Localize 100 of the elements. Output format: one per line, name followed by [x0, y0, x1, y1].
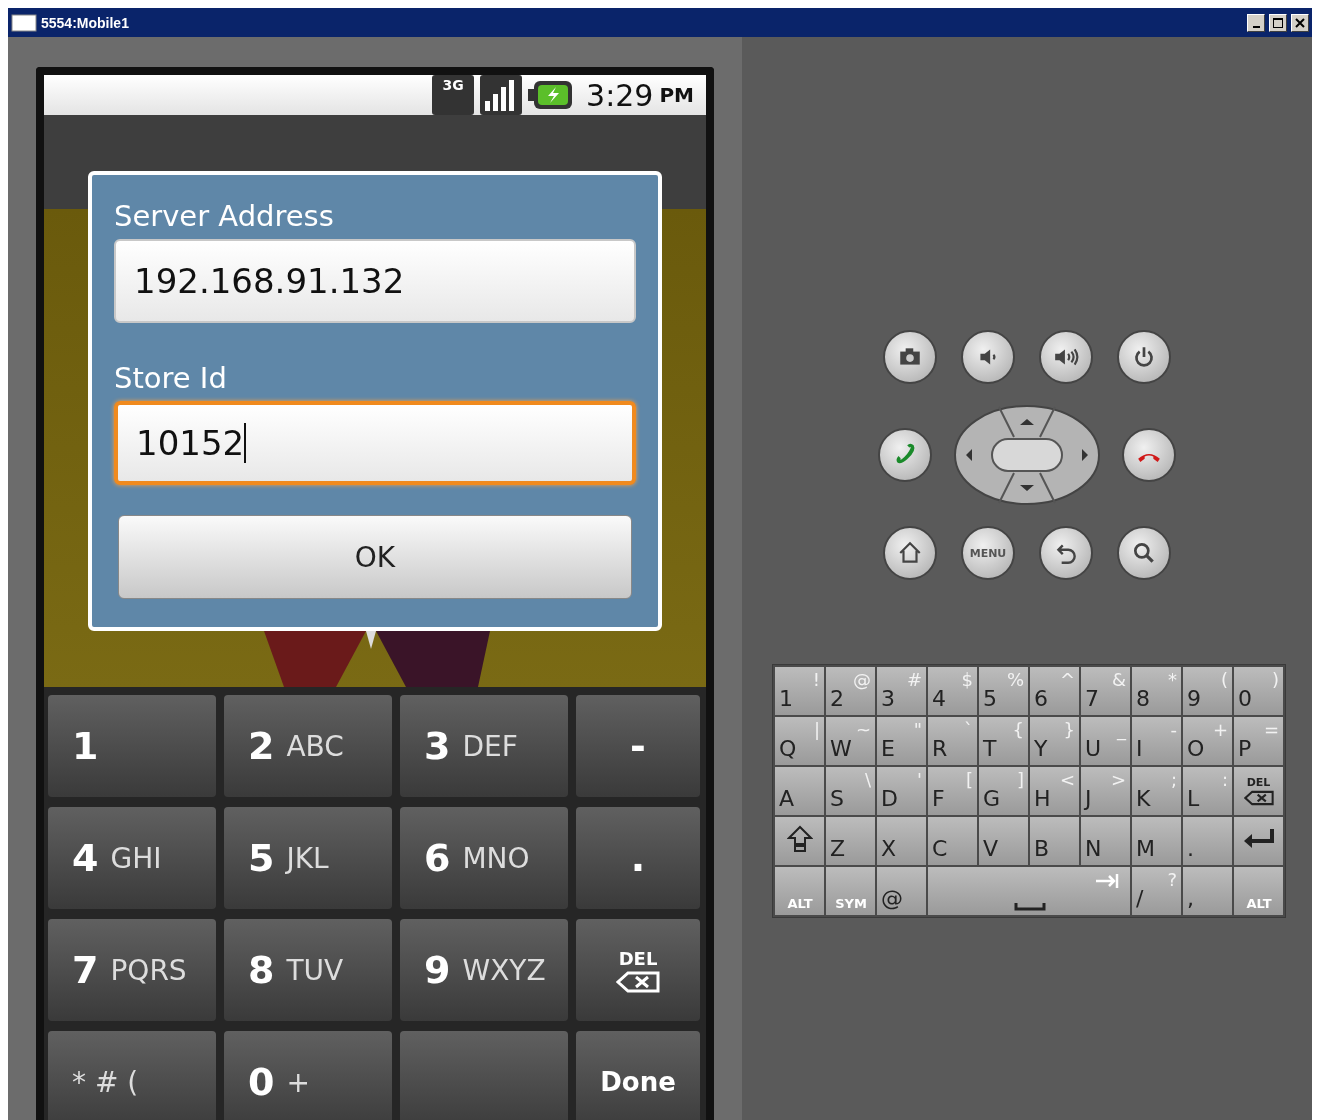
keyboard-key[interactable]: A — [775, 767, 824, 815]
menu-button[interactable]: MENU — [961, 526, 1015, 580]
keypad-key[interactable]: 4 GHI — [48, 807, 216, 909]
key-letters: TUV — [286, 953, 344, 987]
minimize-button[interactable] — [1247, 13, 1265, 32]
close-button[interactable] — [1291, 13, 1309, 32]
alt-character: & — [1111, 669, 1126, 690]
keyboard-key[interactable]: X — [877, 817, 926, 865]
keyboard-key[interactable]: 2 @ — [826, 667, 875, 715]
keyboard-key[interactable]: . — [1183, 817, 1232, 865]
volume-up-button[interactable] — [1039, 330, 1093, 384]
keyboard-key[interactable]: G ] — [979, 767, 1028, 815]
keypad-key[interactable]: 5 JKL — [224, 807, 392, 909]
delete-key[interactable]: DEL — [1234, 767, 1283, 815]
keyboard-key[interactable]: / ? — [1132, 867, 1181, 915]
signal-icon — [480, 75, 523, 115]
battery-icon — [528, 80, 575, 110]
house-icon — [897, 540, 923, 566]
keyboard-key[interactable]: B — [1030, 817, 1079, 865]
input-field[interactable]: 10152 — [114, 401, 636, 485]
ok-button[interactable]: OK — [118, 515, 632, 599]
keypad-key[interactable]: . — [576, 807, 700, 909]
call-button[interactable] — [878, 428, 932, 482]
keyboard-key[interactable]: I - — [1132, 717, 1181, 765]
keyboard-key[interactable]: , — [1183, 867, 1232, 915]
keyboard-key[interactable]: @ — [877, 867, 926, 915]
keypad-key[interactable]: 6 MNO — [400, 807, 568, 909]
keyboard-key[interactable]: U _ — [1081, 717, 1130, 765]
keyboard-key[interactable]: N — [1081, 817, 1130, 865]
keypad-key[interactable]: 1 — [48, 695, 216, 797]
keypad-key[interactable]: - — [576, 695, 700, 797]
keyboard-key[interactable]: M — [1132, 817, 1181, 865]
keyboard-key[interactable]: R ` — [928, 717, 977, 765]
alt-character: ? — [1167, 869, 1177, 890]
key-digit: 0 — [248, 1060, 275, 1104]
clock-period: PM — [659, 83, 694, 107]
end-call-button[interactable] — [1122, 428, 1176, 482]
keyboard-key[interactable]: P = — [1234, 717, 1283, 765]
keyboard-key[interactable]: 7 & — [1081, 667, 1130, 715]
window-title: 5554:Mobile1 — [41, 14, 130, 31]
keypad-key[interactable]: 2 ABC — [224, 695, 392, 797]
keyboard-key[interactable]: O + — [1183, 717, 1232, 765]
key-digit: 8 — [248, 948, 275, 992]
enter-key[interactable] — [1234, 817, 1283, 865]
input-field[interactable]: 192.168.91.132 — [114, 239, 636, 323]
keyboard-key[interactable]: 0 ) — [1234, 667, 1283, 715]
dpad[interactable] — [954, 405, 1100, 505]
keyboard-key[interactable]: 5 % — [979, 667, 1028, 715]
alt-character: ` — [964, 719, 973, 740]
keypad-key[interactable]: * # ( — [48, 1031, 216, 1120]
key-digit: 5 — [248, 836, 275, 880]
keyboard-key[interactable]: K ; — [1132, 767, 1181, 815]
keypad-key[interactable]: 0 + — [224, 1031, 392, 1120]
keyboard-key[interactable]: Z — [826, 817, 875, 865]
back-button[interactable] — [1039, 526, 1093, 580]
keyboard-key[interactable]: Y } — [1030, 717, 1079, 765]
keyboard-key[interactable]: Q | — [775, 717, 824, 765]
key-digit: 4 — [72, 836, 99, 880]
space-bar-icon — [1013, 903, 1046, 911]
keypad-key[interactable]: 3 DEF — [400, 695, 568, 797]
keyboard-key[interactable]: 4 $ — [928, 667, 977, 715]
alt-character: ( — [1220, 669, 1228, 690]
keyboard-key[interactable]: W ~ — [826, 717, 875, 765]
home-button[interactable] — [883, 526, 937, 580]
keyboard-key[interactable]: V — [979, 817, 1028, 865]
alt-character: > — [1110, 769, 1126, 790]
keyboard-key[interactable]: F [ — [928, 767, 977, 815]
volume-down-button[interactable] — [961, 330, 1015, 384]
keypad-key[interactable]: 8 TUV — [224, 919, 392, 1021]
alt-character: ~ — [855, 719, 871, 740]
keyboard-key[interactable]: 8 * — [1132, 667, 1181, 715]
keyboard-key[interactable]: E " — [877, 717, 926, 765]
search-button[interactable] — [1117, 526, 1171, 580]
alt-character: { — [1012, 719, 1024, 740]
camera-button[interactable] — [883, 330, 937, 384]
keyboard-key[interactable]: 6 ^ — [1030, 667, 1079, 715]
keyboard-key[interactable]: L : — [1183, 767, 1232, 815]
key-digit: 3 — [424, 724, 451, 768]
keypad-key[interactable]: 9 WXYZ — [400, 919, 568, 1021]
keyboard-key[interactable]: J > — [1081, 767, 1130, 815]
search-icon — [1131, 540, 1157, 566]
keyboard-key[interactable]: 3 # — [877, 667, 926, 715]
keyboard-key[interactable]: D ' — [877, 767, 926, 815]
keyboard-key[interactable]: 1 ! — [775, 667, 824, 715]
delete-key[interactable]: DEL — [576, 919, 700, 1021]
key-label: SYM — [835, 896, 867, 911]
clock-time: 3:29 — [586, 77, 654, 113]
keyboard-key[interactable]: 9 ( — [1183, 667, 1232, 715]
key-letters: * # ( — [72, 1065, 139, 1099]
shift-key[interactable] — [775, 817, 824, 865]
keyboard-key[interactable]: T { — [979, 717, 1028, 765]
done-key[interactable]: Done — [576, 1031, 700, 1120]
maximize-button[interactable] — [1269, 13, 1287, 32]
keyboard-key[interactable]: H < — [1030, 767, 1079, 815]
keyboard-key[interactable]: S \ — [826, 767, 875, 815]
keypad-key[interactable]: 7 PQRS — [48, 919, 216, 1021]
power-button[interactable] — [1117, 330, 1171, 384]
alt-character: ' — [917, 769, 922, 790]
keyboard-key[interactable]: C — [928, 817, 977, 865]
minimize-icon — [1252, 25, 1260, 28]
